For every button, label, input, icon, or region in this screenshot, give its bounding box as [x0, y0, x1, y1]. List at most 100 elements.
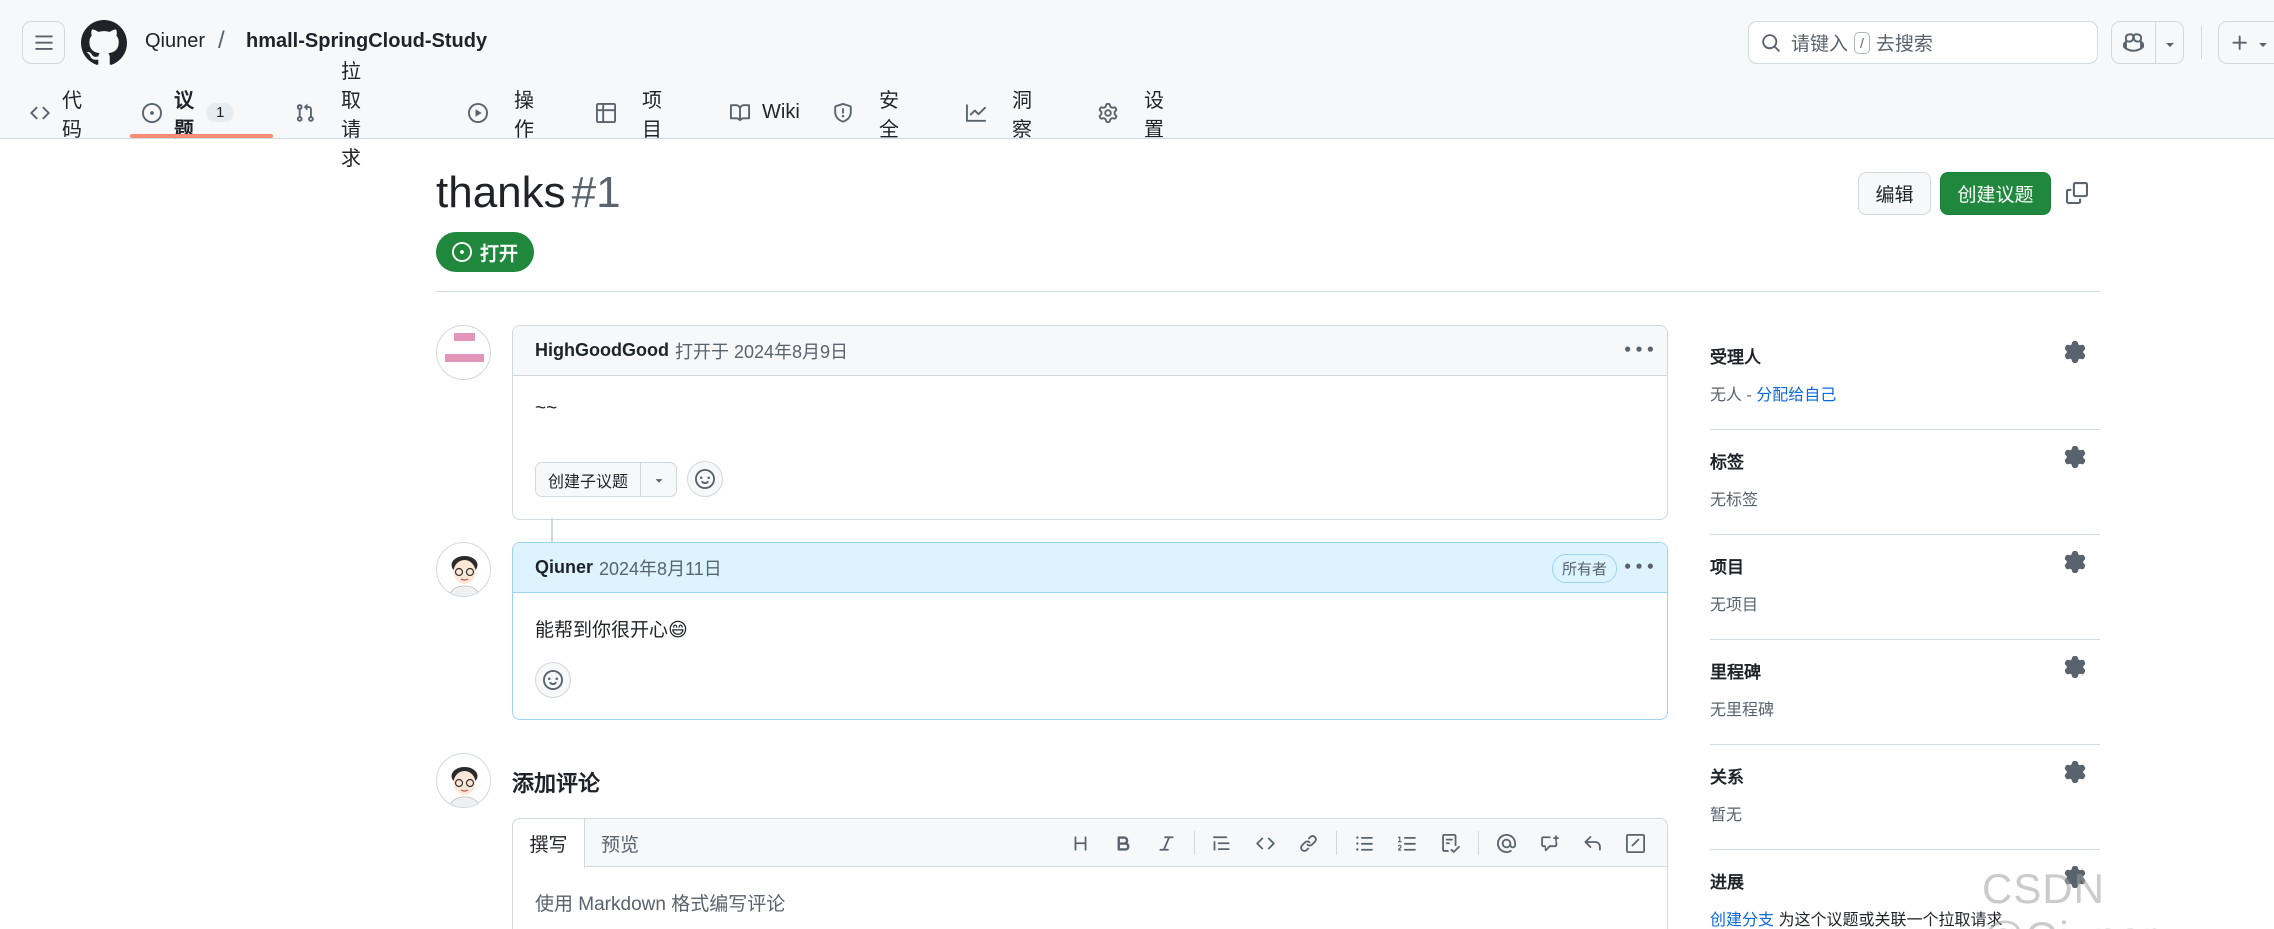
comment-timestamp[interactable]: 打开于 2024年8月9日: [675, 338, 848, 364]
quote-icon[interactable]: [1201, 819, 1244, 867]
kebab-horizontal-icon[interactable]: [1625, 336, 1653, 364]
tab-write[interactable]: 撰写: [513, 819, 585, 868]
development-label: 进展: [1710, 873, 1744, 892]
task-list-icon[interactable]: [1429, 819, 1472, 867]
tab-actions[interactable]: 操作: [468, 86, 534, 141]
copilot-icon: [2123, 33, 2144, 52]
issue-comment: HighGoodGood 打开于 2024年8月9日 ~~ 创建子议题: [512, 325, 1668, 520]
comment-textarea[interactable]: 使用 Markdown 格式编写评论: [535, 889, 785, 916]
heading-icon[interactable]: [1059, 819, 1102, 867]
chevron-down-icon[interactable]: [2162, 36, 2178, 52]
sidebar-milestone: 里程碑 无里程碑: [1710, 640, 2100, 745]
tab-insights[interactable]: 洞察: [966, 86, 1032, 141]
copy-icon[interactable]: [2066, 182, 2088, 204]
comment-author[interactable]: Qiuner: [535, 557, 593, 578]
new-issue-button[interactable]: 创建议题: [1940, 172, 2051, 215]
toolbar-divider: [1478, 831, 1479, 855]
breadcrumb-separator: /: [218, 27, 225, 54]
editor-tabs: 撰写 预览: [513, 819, 1667, 868]
tab-settings-label: 设置: [1144, 89, 1164, 141]
kebab-horizontal-icon[interactable]: [1625, 553, 1653, 581]
tab-code[interactable]: 代码: [30, 86, 82, 141]
code-icon[interactable]: [1244, 819, 1287, 867]
create-sub-issue-button[interactable]: 创建子议题: [535, 462, 678, 497]
graph-icon: [966, 103, 986, 122]
search-input[interactable]: 请键入 / 去搜索: [1748, 21, 2098, 64]
gear-icon[interactable]: [2064, 761, 2086, 783]
slash-icon[interactable]: [1614, 819, 1657, 867]
tab-wiki[interactable]: Wiki: [730, 86, 800, 139]
mention-icon[interactable]: [1485, 819, 1528, 867]
timeline-connector: [551, 518, 553, 542]
sidebar-labels: 标签 无标签: [1710, 430, 2100, 535]
assign-yourself-link[interactable]: 分配给自己: [1756, 387, 1836, 404]
labels-value: 无标签: [1710, 492, 1759, 509]
assignees-label: 受理人: [1710, 348, 1761, 367]
gear-icon[interactable]: [2064, 341, 2086, 363]
sidebar-projects: 项目 无项目: [1710, 535, 2100, 640]
chevron-down-icon[interactable]: [641, 473, 676, 487]
toolbar-divider: [1194, 831, 1195, 855]
italic-icon[interactable]: [1145, 819, 1188, 867]
breadcrumb-repo[interactable]: hmall-SpringCloud-Study: [246, 30, 487, 53]
tab-issues-label: 议题: [174, 89, 194, 141]
header-divider: [2201, 26, 2202, 59]
menu-button[interactable]: [22, 21, 65, 64]
tab-pull-requests[interactable]: 拉取请求: [295, 61, 361, 170]
tab-pull-requests-label: 拉取请求: [341, 60, 361, 170]
avatar[interactable]: [436, 542, 491, 597]
bold-icon[interactable]: [1102, 819, 1145, 867]
development-value: 创建分支 为这个议题或关联一个拉取请求: [1710, 906, 2002, 929]
create-branch-link[interactable]: 创建分支: [1710, 912, 1774, 929]
create-new-button[interactable]: [2218, 21, 2274, 64]
issue-number: #1: [571, 168, 621, 217]
avatar[interactable]: [436, 325, 491, 380]
link-icon[interactable]: [1287, 819, 1330, 867]
play-icon: [468, 102, 488, 123]
add-reaction-button[interactable]: [687, 461, 723, 497]
labels-label: 标签: [1710, 453, 1744, 472]
tab-preview[interactable]: 预览: [601, 819, 639, 867]
toolbar-divider: [1336, 831, 1337, 855]
git-pull-request-icon: [296, 103, 314, 122]
gear-icon[interactable]: [2064, 656, 2086, 678]
issue-opened-icon: [142, 102, 162, 123]
tab-settings[interactable]: 设置: [1098, 86, 1164, 141]
comment-header: Qiuner 2024年8月11日: [513, 543, 1667, 593]
create-sub-issue-label: 创建子议题: [536, 463, 642, 496]
search-shortcut: /: [1854, 31, 1870, 54]
edit-button[interactable]: 编辑: [1858, 172, 1931, 215]
development-description: 为这个议题或关联一个拉取请求: [1774, 912, 2003, 929]
smiley-icon: [543, 670, 563, 690]
cross-reference-icon[interactable]: [1528, 819, 1571, 867]
sidebar-relationships: 关系 暂无: [1710, 745, 2100, 850]
book-icon: [730, 103, 750, 121]
tab-security[interactable]: 安全: [833, 86, 899, 141]
tab-issues[interactable]: 议题 1: [142, 86, 235, 141]
gear-icon: [1098, 102, 1118, 123]
github-logo-icon[interactable]: [81, 20, 127, 66]
tab-code-label: 代码: [62, 89, 82, 141]
user-avatar-icon: [449, 767, 480, 807]
issues-count-badge: 1: [206, 103, 235, 122]
tab-actions-label: 操作: [514, 89, 534, 141]
comment-body: ~~: [535, 398, 558, 419]
breadcrumb-owner[interactable]: Qiuner: [145, 30, 205, 53]
gear-icon[interactable]: [2064, 446, 2086, 468]
reply-icon[interactable]: [1571, 819, 1614, 867]
comment-body: 能帮到你很开心😄: [535, 620, 688, 641]
hamburger-icon: [34, 35, 53, 50]
milestone-value: 无里程碑: [1710, 702, 1775, 719]
comment-timestamp[interactable]: 2024年8月11日: [599, 555, 722, 581]
unordered-list-icon[interactable]: [1343, 819, 1386, 867]
title-divider: [436, 291, 2100, 292]
comment-author[interactable]: HighGoodGood: [535, 340, 669, 361]
tab-projects[interactable]: 项目: [596, 86, 662, 141]
sidebar-assignees: 受理人 无人 - 分配给自己: [1710, 325, 2100, 430]
gear-icon[interactable]: [2064, 551, 2086, 573]
add-reaction-button[interactable]: [535, 662, 571, 698]
search-icon: [1762, 33, 1780, 52]
copilot-button[interactable]: [2111, 21, 2184, 64]
ordered-list-icon[interactable]: [1386, 819, 1429, 867]
projects-label: 项目: [1710, 558, 1744, 577]
